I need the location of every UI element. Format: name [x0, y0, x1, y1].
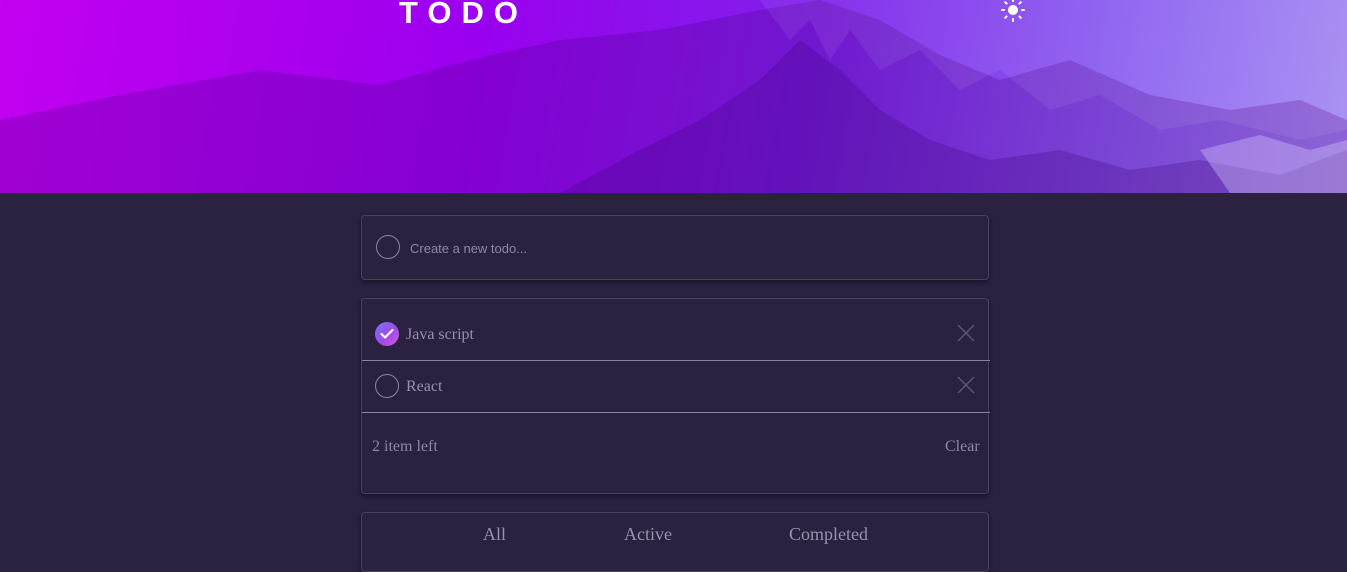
items-left-count: 2 item left — [372, 438, 438, 455]
check-icon — [380, 328, 394, 339]
delete-todo-button[interactable] — [956, 375, 976, 395]
new-todo-check-circle[interactable] — [376, 235, 400, 259]
app-title: TODO — [399, 0, 528, 30]
delete-todo-button[interactable] — [956, 323, 976, 343]
filter-all-tab[interactable]: All — [483, 524, 506, 545]
todo-item[interactable]: Java script — [362, 309, 990, 361]
todo-label: React — [406, 378, 443, 395]
todo-checkbox[interactable] — [375, 374, 399, 398]
filter-bar: All Active Completed — [361, 512, 989, 572]
todo-item[interactable]: React — [362, 361, 990, 413]
mountain-image — [0, 0, 1347, 193]
theme-toggle-button[interactable] — [998, 0, 1028, 26]
filter-active-tab[interactable]: Active — [624, 524, 672, 545]
todo-checkbox-checked[interactable] — [375, 322, 399, 346]
close-icon — [957, 376, 975, 394]
todo-list-card: Java script React 2 item left Clear — [361, 298, 990, 494]
todo-label: Java script — [406, 326, 474, 343]
new-todo-input[interactable] — [410, 236, 950, 260]
new-todo-card — [361, 215, 989, 280]
header-background: TODO — [0, 0, 1347, 193]
close-icon — [957, 324, 975, 342]
filter-completed-tab[interactable]: Completed — [789, 524, 868, 545]
sun-icon — [1001, 0, 1025, 22]
clear-completed-button[interactable]: Clear — [945, 438, 980, 456]
